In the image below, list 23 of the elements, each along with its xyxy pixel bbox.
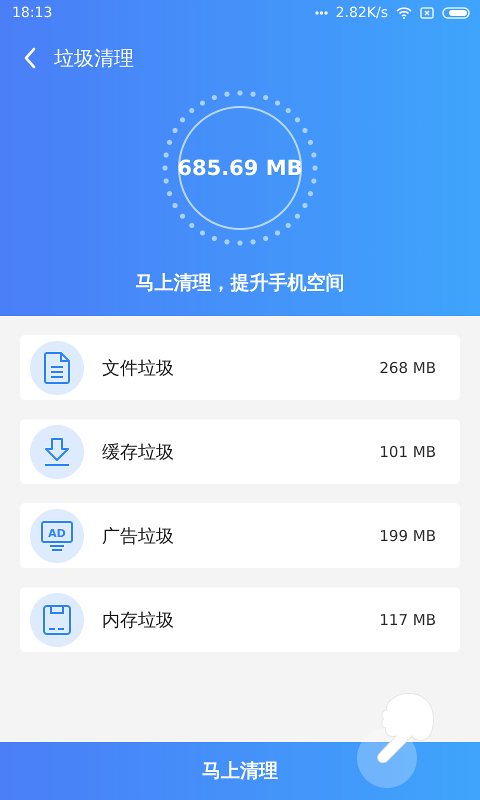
category-label: 文件垃圾 xyxy=(102,356,175,380)
subtitle: 马上清理，提升手机空间 xyxy=(136,271,344,296)
battery-icon xyxy=(442,7,470,19)
category-label: 广告垃圾 xyxy=(102,524,175,548)
category-size: 199 MB xyxy=(379,526,436,544)
wifi-icon xyxy=(396,7,412,19)
download-icon xyxy=(42,436,72,466)
page-title: 垃圾清理 xyxy=(54,44,134,72)
junk-category-card[interactable]: 文件垃圾 268 MB xyxy=(20,335,460,400)
category-label: 内存垃圾 xyxy=(102,608,175,632)
sim-card-icon xyxy=(420,7,434,19)
back-icon[interactable] xyxy=(24,47,36,69)
more-dots-icon xyxy=(314,11,328,15)
category-size: 101 MB xyxy=(379,442,436,460)
network-speed: 2.82K/s xyxy=(336,5,388,21)
status-time: 18:13 xyxy=(12,5,54,21)
junk-category-card[interactable]: 内存垃圾 117 MB xyxy=(20,587,460,652)
category-label: 缓存垃圾 xyxy=(102,440,175,464)
category-size: 268 MB xyxy=(379,358,436,376)
junk-category-card[interactable]: 缓存垃圾 101 MB xyxy=(20,419,460,484)
document-icon xyxy=(43,350,71,384)
category-size: 117 MB xyxy=(379,610,436,628)
junk-category-card[interactable]: AD 广告垃圾 199 MB xyxy=(20,503,460,568)
